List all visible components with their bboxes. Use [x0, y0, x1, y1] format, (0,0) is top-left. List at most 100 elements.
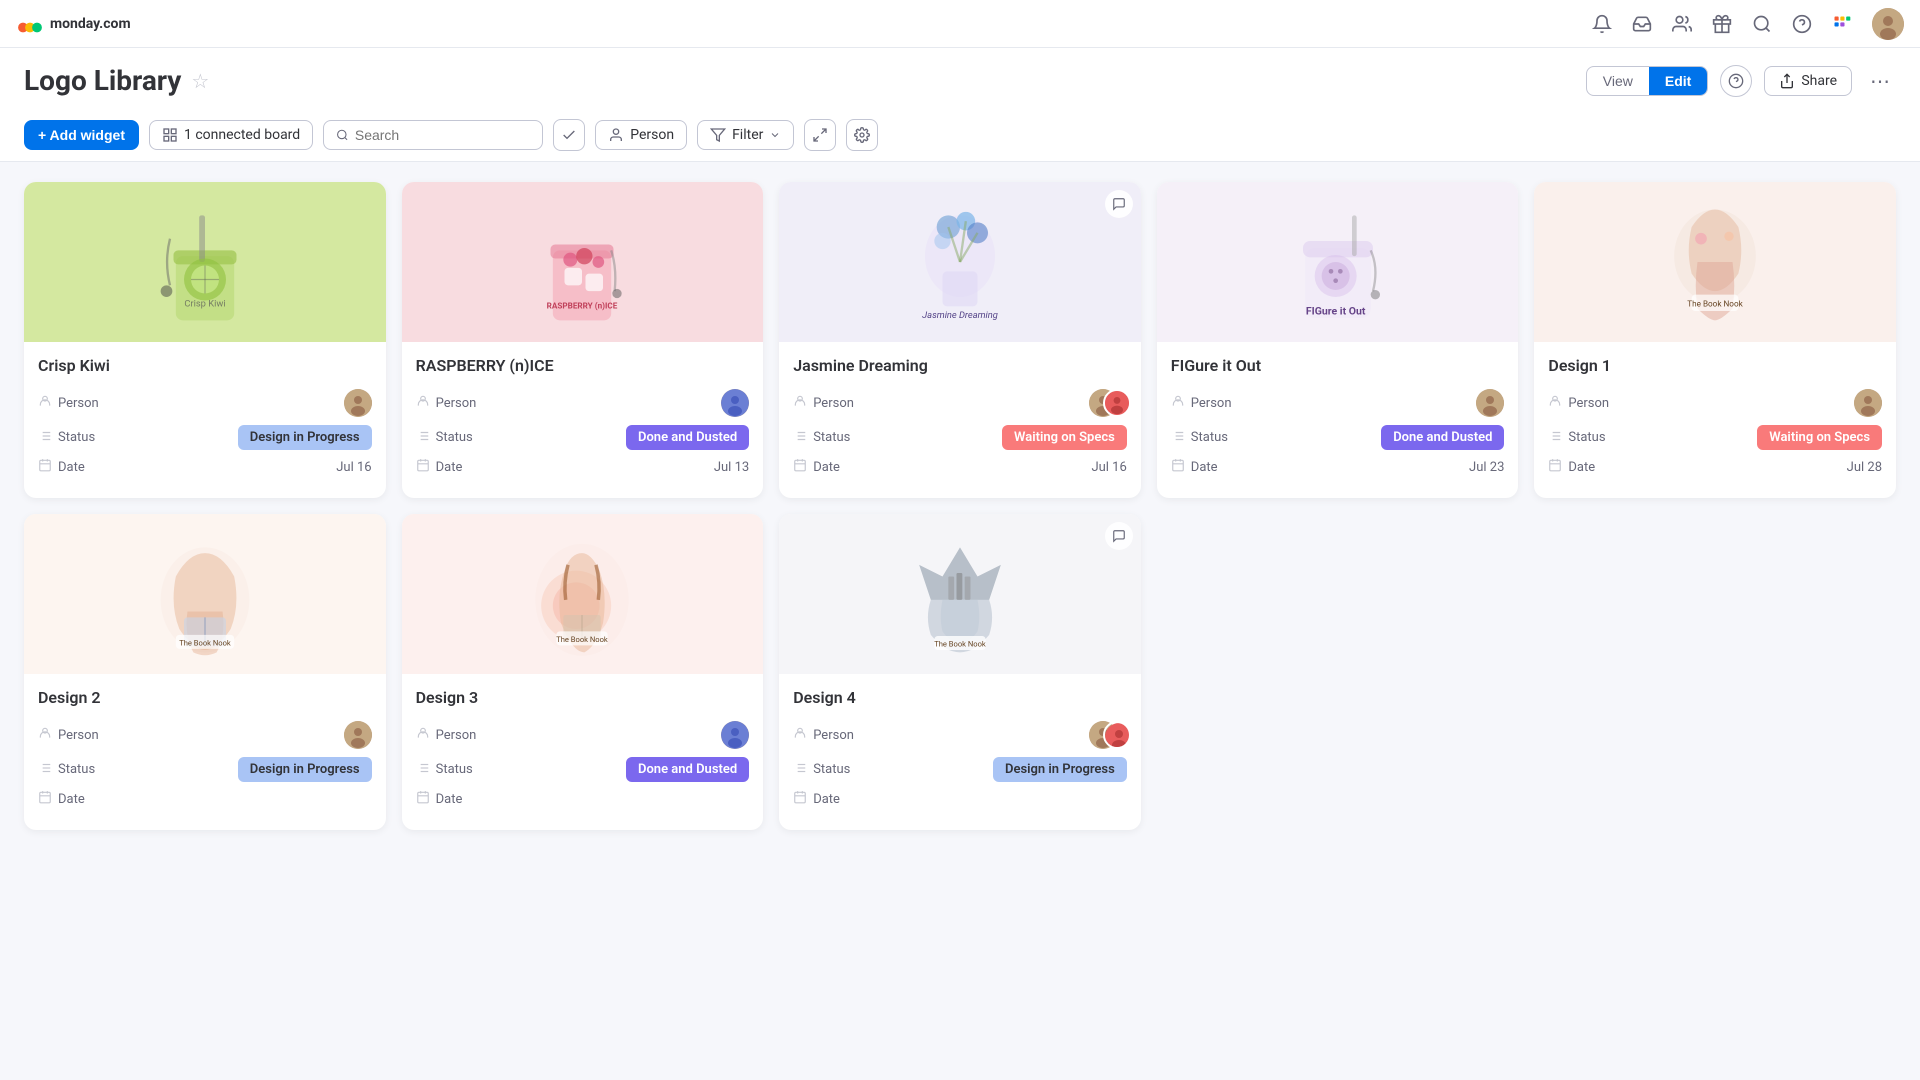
filter-button[interactable]: Filter	[697, 120, 794, 150]
card-date-label-jasmine: Date	[793, 458, 840, 476]
user-avatar[interactable]	[1872, 8, 1904, 40]
card-person-label-crisp-kiwi: Person	[38, 394, 99, 412]
share-label: Share	[1801, 73, 1837, 89]
svg-text:The Book Nook: The Book Nook	[557, 635, 609, 644]
add-widget-label: + Add widget	[38, 127, 125, 143]
card-design4[interactable]: The Book Nook Design 4 Person	[779, 514, 1141, 830]
card-crisp-kiwi[interactable]: Crisp Kiwi + Crisp Kiwi Person	[24, 182, 386, 498]
inbox-icon[interactable]	[1632, 14, 1652, 34]
status-label-text: Status	[58, 430, 95, 445]
status-badge-raspberry[interactable]: Done and Dusted	[626, 425, 749, 450]
help-icon-btn[interactable]	[1720, 65, 1752, 97]
date-value-design1: Jul 28	[1847, 460, 1882, 475]
card-design3[interactable]: The Book Nook + Design 3 Person	[402, 514, 764, 830]
card-image-design1: The Book Nook	[1534, 182, 1896, 342]
apps-icon[interactable]	[1832, 14, 1852, 34]
card-image-design2: The Book Nook	[24, 514, 386, 674]
card-title-design4: Design 4	[793, 688, 1127, 707]
gift-icon[interactable]	[1712, 14, 1732, 34]
card-jasmine[interactable]: Jasmine Dreaming Jasmine Dreaming Person	[779, 182, 1141, 498]
card-title-design1: Design 1	[1548, 356, 1882, 375]
share-button[interactable]: Share	[1764, 66, 1852, 96]
card-design1[interactable]: The Book Nook + Design 1 Person	[1534, 182, 1896, 498]
view-tab[interactable]: View	[1587, 67, 1649, 95]
card-status-row-jasmine: Status Waiting on Specs	[793, 425, 1127, 450]
card-figure[interactable]: FIGure it Out + FIGure it Out Person	[1157, 182, 1519, 498]
expand-button[interactable]	[804, 119, 836, 151]
card-person-label-raspberry: Person	[416, 394, 477, 412]
svg-text:Crisp Kiwi: Crisp Kiwi	[184, 298, 225, 309]
card-date-row-figure: Date Jul 23	[1171, 458, 1505, 476]
card-title-crisp-kiwi: Crisp Kiwi	[38, 356, 372, 375]
svg-text:RASPBERRY (n)ICE: RASPBERRY (n)ICE	[547, 301, 618, 312]
empty-slot-1	[1157, 514, 1519, 830]
favorite-star-icon[interactable]: ☆	[191, 69, 209, 93]
person-avatar-design2	[344, 721, 372, 749]
date-icon-design4	[793, 790, 807, 808]
person-avatar-jasmine	[1089, 389, 1127, 417]
status-icon-design2	[38, 761, 52, 779]
date-value-raspberry: Jul 13	[714, 460, 749, 475]
person-filter-button[interactable]: Person	[595, 120, 687, 150]
status-badge-design1[interactable]: Waiting on Specs	[1757, 425, 1882, 450]
save-filter-button[interactable]	[553, 119, 585, 151]
status-badge-crisp-kiwi[interactable]: Design in Progress	[238, 425, 372, 450]
card-status-label-figure: Status	[1171, 429, 1228, 447]
card-date-label-figure: Date	[1171, 458, 1218, 476]
card-chat-button-design4[interactable]	[1105, 522, 1133, 550]
status-icon-design4	[793, 761, 807, 779]
search-input[interactable]	[355, 127, 530, 143]
card-date-row-raspberry: Date Jul 13	[416, 458, 750, 476]
status-badge-design2[interactable]: Design in Progress	[238, 757, 372, 782]
card-person-label-jasmine: Person	[793, 394, 854, 412]
toolbar: + Add widget 1 connected board	[24, 109, 1896, 161]
help-nav-icon[interactable]	[1792, 14, 1812, 34]
date-icon-design1	[1548, 458, 1562, 476]
status-icon	[38, 429, 52, 447]
card-status-label-jasmine: Status	[793, 429, 850, 447]
settings-button[interactable]	[846, 119, 878, 151]
search-icon[interactable]	[1752, 14, 1772, 34]
edit-tab[interactable]: Edit	[1649, 67, 1707, 95]
card-image-jasmine: Jasmine Dreaming	[779, 182, 1141, 342]
card-body-design3: Design 3 Person	[402, 674, 764, 830]
status-badge-jasmine[interactable]: Waiting on Specs	[1002, 425, 1127, 450]
card-title-jasmine: Jasmine Dreaming	[793, 356, 1127, 375]
date-icon-jasmine	[793, 458, 807, 476]
card-design2[interactable]: The Book Nook + Design 2 Person	[24, 514, 386, 830]
card-person-row-design1: Person	[1548, 389, 1882, 417]
logo[interactable]: monday.com	[16, 10, 131, 38]
add-widget-button[interactable]: + Add widget	[24, 120, 139, 150]
people-icon[interactable]	[1672, 14, 1692, 34]
status-badge-design3[interactable]: Done and Dusted	[626, 757, 749, 782]
card-status-label-design3: Status	[416, 761, 473, 779]
card-status-row-design3: Status Done and Dusted	[416, 757, 750, 782]
svg-text:The Book Nook: The Book Nook	[1687, 298, 1743, 308]
card-raspberry[interactable]: RASPBERRY (n)ICE + RASPBERRY (n)ICE Pers…	[402, 182, 764, 498]
status-badge-figure[interactable]: Done and Dusted	[1381, 425, 1504, 450]
svg-text:The Book Nook: The Book Nook	[934, 640, 986, 649]
view-edit-toggle: View Edit	[1586, 66, 1709, 96]
more-options-button[interactable]: ⋯	[1864, 65, 1896, 97]
search-input-wrap[interactable]	[323, 120, 543, 150]
card-status-row-design1: Status Waiting on Specs	[1548, 425, 1882, 450]
card-chat-button-jasmine[interactable]	[1105, 190, 1133, 218]
card-person-row-design3: Person	[416, 721, 750, 749]
person-avatar-design3	[721, 721, 749, 749]
person-icon-design3	[416, 726, 430, 744]
card-status-label-design4: Status	[793, 761, 850, 779]
status-badge-design4[interactable]: Design in Progress	[993, 757, 1127, 782]
person-icon-design2	[38, 726, 52, 744]
connected-board-button[interactable]: 1 connected board	[149, 120, 313, 150]
card-body-figure: FIGure it Out Person	[1157, 342, 1519, 498]
card-person-label-design3: Person	[416, 726, 477, 744]
connected-board-label: 1 connected board	[184, 127, 300, 143]
card-date-label-raspberry: Date	[416, 458, 463, 476]
status-icon-design1	[1548, 429, 1562, 447]
person-icon	[38, 394, 52, 412]
card-image-design4: The Book Nook	[779, 514, 1141, 674]
card-person-row-design2: Person	[38, 721, 372, 749]
date-label-text: Date	[58, 460, 85, 475]
card-body-jasmine: Jasmine Dreaming Person	[779, 342, 1141, 498]
bell-icon[interactable]	[1592, 14, 1612, 34]
